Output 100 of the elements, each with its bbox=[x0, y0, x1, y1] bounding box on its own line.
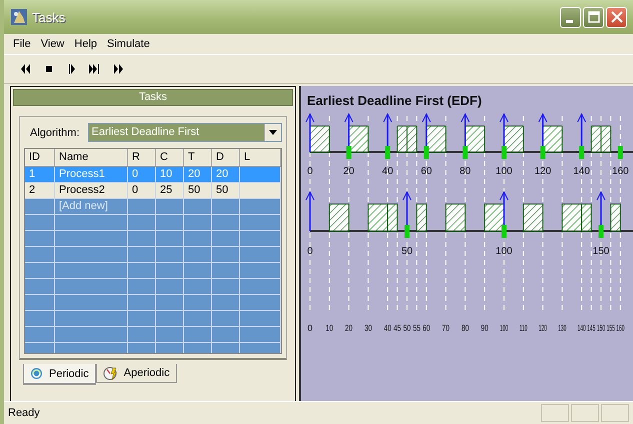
skip-to-end-icon bbox=[88, 63, 100, 75]
time-label: 145 bbox=[587, 322, 596, 334]
schedule-block bbox=[328, 204, 350, 232]
deadline-mark bbox=[598, 225, 604, 238]
table-cell: 20 bbox=[216, 168, 228, 180]
menu-item[interactable]: File bbox=[8, 38, 36, 50]
time-label: 45 bbox=[394, 323, 402, 334]
rewind-icon bbox=[20, 63, 32, 75]
window-title: Tasks bbox=[32, 10, 66, 24]
schedule-block bbox=[484, 204, 504, 232]
time-label: 160 bbox=[616, 322, 625, 334]
release-arrow bbox=[306, 112, 314, 152]
menu-item[interactable]: Simulate bbox=[102, 38, 155, 50]
schedule-block bbox=[348, 126, 369, 152]
axis-label: 20 bbox=[343, 166, 354, 177]
schedule-block bbox=[416, 204, 427, 232]
time-label: 40 bbox=[384, 323, 392, 334]
clock-lightning-icon bbox=[102, 366, 118, 380]
axis-label: 120 bbox=[534, 166, 552, 177]
tab[interactable]: Periodic bbox=[23, 364, 96, 385]
table-cell: 0 bbox=[132, 184, 138, 196]
caret-icon bbox=[269, 130, 277, 135]
time-label: 140 bbox=[577, 322, 586, 334]
maximize-icon bbox=[588, 11, 600, 23]
axis-label: 40 bbox=[382, 166, 394, 177]
schedule-block bbox=[590, 126, 602, 152]
chart-title: Earliest Deadline First (EDF) bbox=[307, 93, 482, 108]
axis-label: 160 bbox=[612, 166, 629, 177]
time-label: 0 bbox=[308, 323, 312, 333]
schedule-block bbox=[542, 126, 563, 152]
maximize-button[interactable] bbox=[583, 6, 604, 28]
time-label: 30 bbox=[364, 323, 372, 334]
status-pane bbox=[541, 404, 569, 422]
axis-label: 140 bbox=[573, 166, 590, 177]
fast-forward-icon bbox=[112, 63, 124, 75]
time-label: 110 bbox=[519, 322, 528, 334]
time-label: 70 bbox=[442, 323, 450, 334]
time-label: 100 bbox=[500, 322, 508, 334]
status-pane bbox=[601, 404, 629, 422]
deadline-mark bbox=[502, 146, 506, 159]
panel-header: Tasks bbox=[13, 89, 293, 106]
time-label: 55 bbox=[412, 323, 420, 334]
deadline-mark bbox=[346, 146, 352, 159]
axis-label: 0 bbox=[307, 166, 313, 177]
minimize-button[interactable] bbox=[560, 6, 581, 28]
close-icon bbox=[610, 11, 622, 23]
table-cell: 25 bbox=[160, 184, 172, 196]
axis-label: 150 bbox=[592, 246, 610, 257]
table-cell: Process2 bbox=[59, 184, 105, 196]
deadline-mark bbox=[424, 146, 429, 159]
schedule-block bbox=[426, 126, 446, 152]
time-label: 130 bbox=[558, 322, 566, 334]
schedule-block bbox=[310, 126, 330, 152]
release-arrow bbox=[306, 190, 314, 231]
menu-item[interactable]: View bbox=[36, 38, 70, 50]
deadline-mark bbox=[540, 146, 546, 159]
schedule-block bbox=[610, 204, 621, 232]
status-text: Ready bbox=[8, 407, 40, 419]
table-cell: 50 bbox=[188, 184, 200, 196]
schedule-block bbox=[445, 204, 466, 232]
deadline-mark bbox=[502, 225, 506, 238]
schedule-block bbox=[464, 126, 486, 152]
deadline-mark bbox=[618, 146, 623, 159]
table-cell: 1 bbox=[29, 168, 36, 180]
time-label: 120 bbox=[538, 322, 547, 334]
status-pane bbox=[571, 404, 599, 422]
table-cell: 10 bbox=[160, 168, 172, 180]
time-label: 90 bbox=[480, 323, 488, 334]
deadline-mark bbox=[579, 146, 584, 159]
axis-label: 60 bbox=[420, 166, 432, 177]
axis-label: 100 bbox=[496, 246, 512, 257]
time-label: 20 bbox=[345, 323, 353, 334]
schedule-block bbox=[522, 204, 544, 232]
schedule-block bbox=[600, 126, 612, 152]
schedule-block bbox=[504, 126, 524, 152]
close-button[interactable] bbox=[606, 6, 627, 28]
deadline-mark bbox=[462, 146, 468, 159]
refresh-icon bbox=[30, 367, 43, 380]
table-cell: 20 bbox=[188, 168, 200, 180]
schedule-block bbox=[396, 126, 408, 152]
time-label: 155 bbox=[606, 322, 615, 334]
table-row[interactable]: 2 Process2 0 25 50 50 bbox=[25, 183, 281, 199]
time-label: 80 bbox=[461, 323, 469, 334]
app-icon bbox=[10, 8, 28, 26]
deadline-mark bbox=[404, 225, 410, 238]
axis-label: 50 bbox=[401, 246, 413, 257]
axis-label: 0 bbox=[307, 246, 313, 257]
time-label: 10 bbox=[326, 323, 334, 334]
time-label: 150 bbox=[596, 322, 606, 334]
table-cell: 0 bbox=[132, 168, 138, 180]
menu-item[interactable]: Help bbox=[69, 38, 102, 50]
table-cell: 2 bbox=[29, 184, 36, 196]
minimize-icon bbox=[566, 20, 573, 22]
axis-label: 80 bbox=[460, 166, 471, 177]
axis-label: 100 bbox=[496, 166, 512, 177]
table-cell: Process1 bbox=[59, 168, 105, 180]
tab[interactable]: Aperiodic bbox=[96, 364, 177, 383]
deadline-mark bbox=[385, 146, 390, 159]
algorithm-label: Algorithm: bbox=[30, 126, 80, 138]
time-label: 60 bbox=[422, 323, 430, 334]
